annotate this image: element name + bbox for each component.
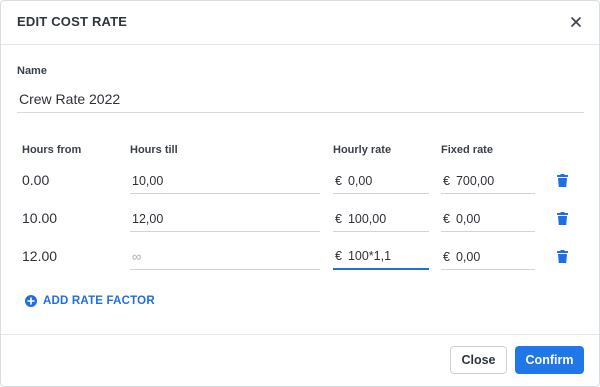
row-2-hours-till-input[interactable]: 12,00 xyxy=(130,206,320,232)
close-button[interactable]: Close xyxy=(450,346,507,374)
row-2-fixed-rate-input[interactable]: € 0,00 xyxy=(441,206,535,232)
confirm-button[interactable]: Confirm xyxy=(515,346,584,374)
dialog-title: EDIT COST RATE xyxy=(17,14,128,29)
name-label: Name xyxy=(17,65,47,77)
currency-symbol: € xyxy=(443,173,450,188)
add-rate-factor-label: ADD RATE FACTOR xyxy=(43,295,155,307)
edit-cost-rate-dialog: EDIT COST RATE Name Hours from Hours til… xyxy=(0,0,600,387)
column-header-hourly-rate: Hourly rate xyxy=(333,144,392,156)
plus-circle-icon xyxy=(25,295,37,307)
currency-symbol: € xyxy=(443,249,450,264)
trash-icon[interactable] xyxy=(555,172,569,188)
row-3-hours-from: 12.00 xyxy=(22,248,58,264)
add-rate-factor-button[interactable]: ADD RATE FACTOR xyxy=(25,295,155,307)
infinity-placeholder: ∞ xyxy=(132,249,142,264)
row-2-hours-from: 10.00 xyxy=(22,210,58,226)
column-header-hours-till: Hours till xyxy=(130,144,178,156)
close-icon[interactable] xyxy=(565,11,587,33)
row-1-hours-from: 0.00 xyxy=(22,172,50,188)
row-2-hourly-rate-input[interactable]: € 100,00 xyxy=(333,206,429,232)
row-3-hourly-rate-input[interactable]: € 100*1,1 xyxy=(333,244,429,270)
column-header-fixed-rate: Fixed rate xyxy=(441,144,493,156)
footer-divider xyxy=(1,334,599,335)
currency-symbol: € xyxy=(443,211,450,226)
name-input[interactable] xyxy=(17,85,584,113)
column-header-hours-from: Hours from xyxy=(22,144,82,156)
dialog-header: EDIT COST RATE xyxy=(1,1,599,45)
trash-icon[interactable] xyxy=(555,210,569,226)
currency-symbol: € xyxy=(335,249,342,263)
row-1-hourly-rate-input[interactable]: € 0,00 xyxy=(333,168,429,194)
row-3-fixed-rate-input[interactable]: € 0,00 xyxy=(441,244,535,270)
row-1-hours-till-input[interactable]: 10,00 xyxy=(130,168,320,194)
row-3-hours-till-input[interactable]: ∞ xyxy=(130,244,320,270)
row-1-fixed-rate-input[interactable]: € 700,00 xyxy=(441,168,535,194)
trash-icon[interactable] xyxy=(555,248,569,264)
currency-symbol: € xyxy=(335,173,342,188)
currency-symbol: € xyxy=(335,211,342,226)
